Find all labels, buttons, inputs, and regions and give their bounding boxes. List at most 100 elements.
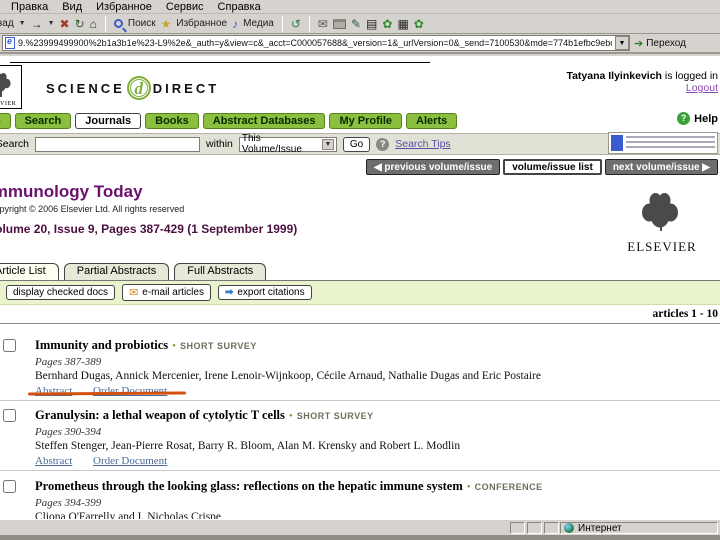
history-icon[interactable]: ↺ — [291, 17, 301, 31]
search-tips-link[interactable]: Search Tips — [395, 138, 450, 150]
article-type: SHORT SURVEY — [180, 341, 257, 351]
display-checked-docs-label: display checked docs — [13, 287, 109, 298]
address-field[interactable]: ▼ — [2, 35, 630, 51]
media-icon[interactable]: ♪ — [232, 17, 238, 31]
search-scope-value: This Volume/Issue — [241, 133, 302, 155]
help-link[interactable]: ? Help — [677, 112, 718, 125]
nav-tab-alerts[interactable]: Alerts — [406, 113, 458, 129]
favorites-label[interactable]: Избранное — [176, 18, 227, 29]
sciencedirect-logo[interactable]: SCIENCE d DIRECT — [46, 76, 219, 100]
media-label[interactable]: Медиа — [243, 18, 274, 29]
logout-link[interactable]: Logout — [686, 82, 718, 94]
edit-icon[interactable]: ✎ — [351, 17, 361, 31]
view-tabs: Article List Partial Abstracts Full Abst… — [0, 263, 267, 280]
quick-search-label: Quick Search — [0, 138, 30, 150]
menu-edit[interactable]: Правка — [11, 1, 48, 13]
security-zone: Интернет — [560, 522, 718, 534]
browser-window: Файл Правка Вид Избранное Сервис Справка… — [0, 0, 720, 540]
next-volume-button[interactable]: next volume/issue ▶ — [604, 159, 718, 175]
banner-emblem — [611, 135, 623, 151]
logo-d-icon: d — [126, 76, 151, 100]
article-title[interactable]: Immunity and probiotics — [35, 338, 168, 352]
search-scope-select[interactable]: This Volume/Issue ▼ — [238, 133, 337, 155]
zone-label: Интернет — [578, 522, 622, 534]
tab-article-list[interactable]: Article List — [0, 263, 59, 280]
nav-tab-my-profile[interactable]: My Profile — [329, 113, 403, 129]
journal-title: Immunology Today — [0, 182, 143, 201]
search-icon[interactable] — [113, 19, 123, 28]
chevron-down-icon: ▼ — [322, 138, 334, 150]
logo-science-text: SCIENCE — [46, 80, 125, 96]
tab-full-abstracts[interactable]: Full Abstracts — [174, 263, 267, 280]
elsevier-small-logo: ELSEVIER — [0, 65, 22, 109]
plugin-icon[interactable]: ✿ — [414, 17, 424, 31]
bullet-icon: • — [172, 340, 176, 352]
actions-band: display checked docs ✉ e-mail articles ➡ e… — [0, 280, 720, 305]
stop-icon[interactable]: ✖ — [60, 17, 70, 31]
forward-icon[interactable]: → — [31, 17, 43, 31]
article-range: articles 1 - 10 — [652, 308, 718, 320]
previous-volume-button[interactable]: ◀ previous volume/issue — [365, 159, 501, 175]
article-checkbox[interactable] — [3, 480, 16, 493]
abstract-link[interactable]: Abstract — [35, 455, 72, 467]
forward-dropdown-icon[interactable]: ▼ — [48, 20, 55, 27]
go-button[interactable]: ➔ Переход — [634, 37, 686, 50]
article-title[interactable]: Granulysin: a lethal weapon of cytolytic… — [35, 408, 285, 422]
email-articles-button[interactable]: ✉ e-mail articles — [122, 284, 211, 301]
bullet-icon: • — [466, 481, 471, 493]
article-title[interactable]: Prometheus through the looking glass: re… — [35, 479, 463, 493]
quick-search-input[interactable] — [35, 136, 201, 152]
article-checkbox[interactable] — [3, 409, 16, 422]
tab-partial-abstracts[interactable]: Partial Abstracts — [63, 263, 170, 280]
refresh-icon[interactable]: ↻ — [75, 17, 85, 31]
article-type: SHORT SURVEY — [296, 411, 374, 421]
status-pane — [544, 522, 559, 534]
globe-icon — [564, 523, 574, 533]
address-input[interactable] — [18, 38, 612, 48]
email-articles-label: e-mail articles — [142, 287, 204, 298]
address-dropdown-icon[interactable]: ▼ — [615, 36, 629, 50]
tree-trunk — [660, 219, 662, 231]
quick-search-go-button[interactable]: Go — [342, 136, 371, 152]
menu-tools[interactable]: Сервис — [166, 1, 204, 13]
display-checked-docs-button[interactable]: display checked docs — [6, 285, 116, 300]
home-icon[interactable]: ⌂ — [90, 17, 97, 31]
back-label[interactable]: Назад — [0, 18, 14, 29]
nav-tab-home[interactable]: Home — [0, 113, 11, 129]
next-volume-label: next volume/issue — [612, 161, 700, 173]
discuss-icon[interactable]: ▤ — [366, 17, 377, 31]
favorites-icon[interactable]: ★ — [161, 17, 172, 31]
toolbar-divider — [104, 15, 106, 32]
address-bar: Адрес: ▼ ➔ Переход — [0, 34, 720, 54]
article-checkbox[interactable] — [3, 339, 16, 352]
menu-view[interactable]: Вид — [62, 1, 82, 13]
envelope-icon: ✉ — [129, 287, 139, 299]
print-icon[interactable] — [332, 18, 346, 29]
order-document-link[interactable]: Order Document — [93, 455, 167, 467]
menu-favorites[interactable]: Избранное — [96, 1, 152, 13]
article-authors: Steffen Stenger, Jean-Pierre Rosat, Barr… — [35, 440, 461, 452]
article-item-2: Granulysin: a lethal weapon of cytolytic… — [0, 406, 720, 467]
plugin-icon[interactable]: ✿ — [382, 17, 392, 31]
page-icon — [5, 36, 15, 49]
nav-tab-journals[interactable]: Journals — [75, 113, 142, 129]
messenger-icon[interactable]: ▦ — [397, 17, 408, 31]
tree-trunk — [0, 88, 2, 97]
go-icon: ➔ — [634, 37, 644, 50]
search-label[interactable]: Поиск — [128, 18, 156, 29]
mail-icon[interactable]: ✉ — [318, 17, 328, 31]
toolbar-divider — [308, 15, 310, 32]
nav-tab-books[interactable]: Books — [145, 113, 199, 129]
menu-help[interactable]: Справка — [218, 1, 261, 13]
back-dropdown-icon[interactable]: ▼ — [19, 20, 26, 27]
nav-tab-abstract-databases[interactable]: Abstract Databases — [202, 113, 326, 129]
article-authors: Bernhard Dugas, Annick Mercenier, Irene … — [35, 370, 541, 382]
institution-banner[interactable] — [608, 132, 718, 154]
article-item-1: Immunity and probiotics • SHORT SURVEY P… — [0, 336, 720, 397]
article-pages: Pages 390-394 — [35, 426, 102, 438]
volume-list-button[interactable]: volume/issue list — [503, 159, 602, 175]
within-label: within — [206, 138, 233, 150]
export-citations-button[interactable]: ➡ export citations — [217, 285, 312, 300]
nav-tab-search[interactable]: Search — [14, 113, 72, 129]
bullet-icon: • — [288, 410, 293, 422]
